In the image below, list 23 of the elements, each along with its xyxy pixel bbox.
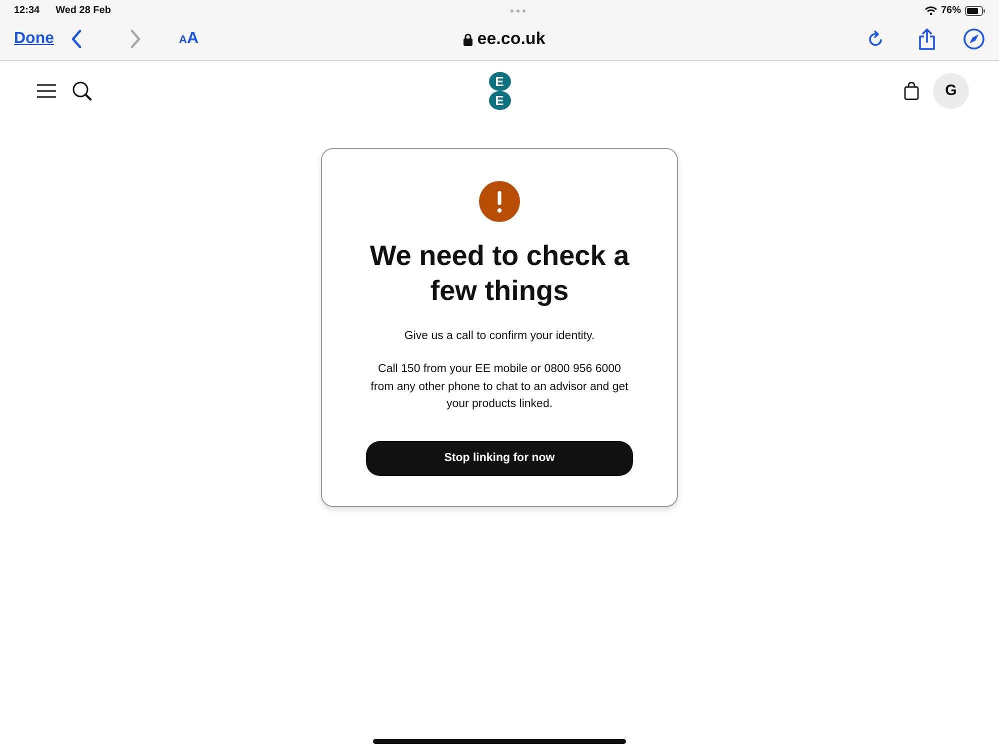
address-text[interactable]: ee.co.uk — [477, 26, 546, 52]
back-icon[interactable] — [70, 29, 82, 49]
more-dots-icon[interactable] — [510, 8, 526, 12]
wifi-icon — [924, 6, 937, 15]
share-icon[interactable] — [918, 28, 936, 50]
compass-icon[interactable] — [963, 28, 985, 50]
dialog-text: Call 150 from your EE mobile or 0800 956 6000 from any other phone to chat to an advisor and get your products linked. — [370, 362, 630, 412]
search-icon[interactable] — [72, 81, 92, 101]
shopping-bag-icon[interactable] — [904, 82, 919, 100]
dialog-title: We need to check a few things — [368, 239, 630, 308]
account-avatar[interactable]: G — [933, 73, 969, 109]
menu-icon[interactable] — [37, 84, 56, 98]
lock-icon — [463, 32, 474, 46]
date: Wed 28 Feb — [56, 4, 111, 18]
battery-percent: 76% — [940, 4, 961, 18]
alert-icon — [479, 181, 520, 222]
battery-icon — [965, 6, 985, 16]
stop-linking-button[interactable]: Stop linking for now — [366, 441, 633, 476]
text-size-button[interactable]: AA — [179, 31, 199, 47]
done-link[interactable]: Done — [14, 27, 54, 51]
reload-icon[interactable] — [868, 30, 884, 48]
clock-time: 12:34 — [14, 4, 40, 18]
dialog-text: Give us a call to confirm your identity. — [403, 329, 596, 344]
